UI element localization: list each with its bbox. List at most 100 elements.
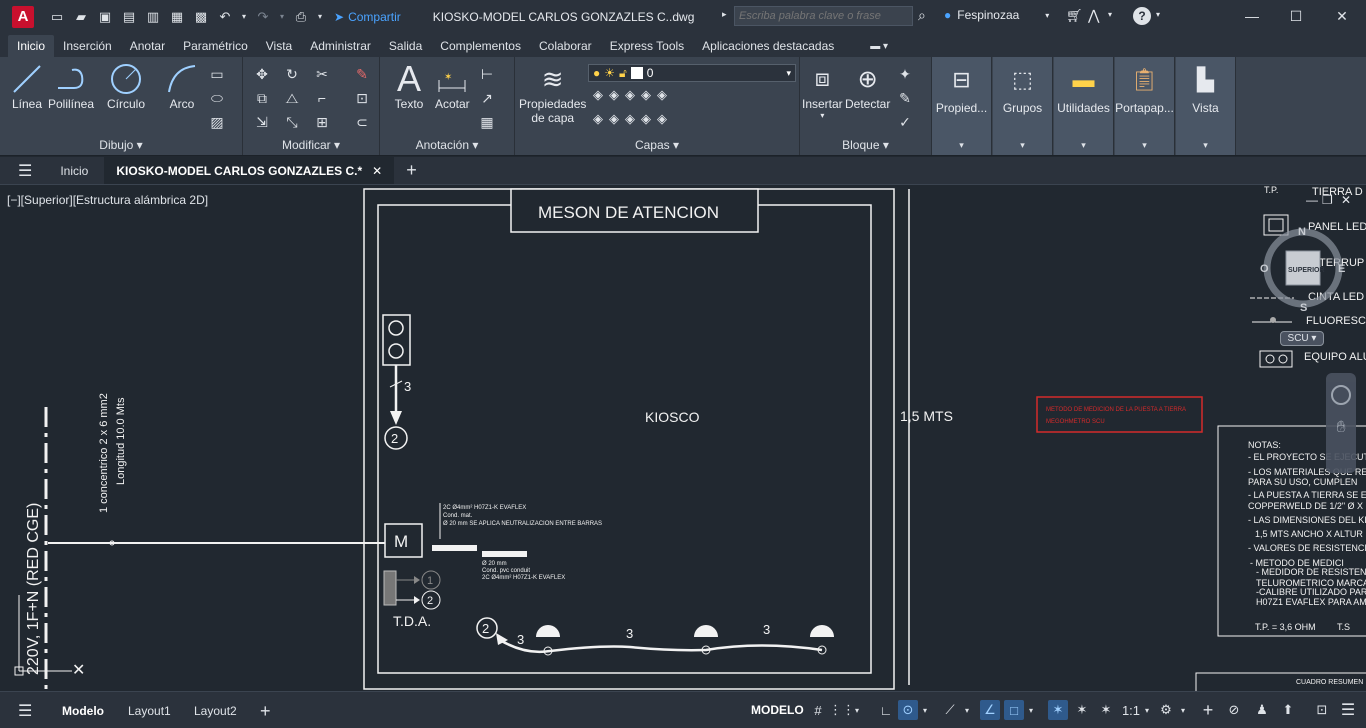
insert-block-button[interactable]: ⧈ Insertar ▾ [802, 61, 843, 120]
linear-dim-icon[interactable]: ⊢ [478, 65, 496, 83]
grid-icon[interactable]: # [808, 700, 828, 720]
layer-tools-row2-icon[interactable]: ◈◈◈◈◈ [593, 111, 673, 127]
layer-dropdown[interactable]: ● ☀ 🔓︎ 0 ▾ [588, 64, 796, 82]
object-snap-icon[interactable]: □ [1004, 700, 1024, 720]
explode-icon[interactable]: ⊡ [353, 89, 371, 107]
minimize-icon[interactable]: — [1240, 5, 1264, 27]
autodesk-app-icon[interactable]: ⋀ [1088, 7, 1099, 24]
panel-title-modify[interactable]: Modificar ▾ [243, 138, 379, 152]
block-create-icon[interactable]: ✦ [896, 65, 914, 83]
search-icon[interactable]: ⌕ [918, 7, 926, 24]
isodraft-icon[interactable]: ⟋ [940, 700, 960, 720]
add-layout-icon[interactable]: + [260, 700, 271, 722]
plot-icon[interactable]: ⎙ [292, 8, 310, 26]
app-dropdown-icon[interactable]: ▾ [1108, 10, 1112, 19]
circle-button[interactable]: Círculo [107, 61, 145, 111]
trim-icon[interactable]: ✂ [313, 65, 331, 83]
new-file-icon[interactable]: ▭ [48, 8, 66, 26]
detect-button[interactable]: ⊕ Detectar [845, 61, 890, 112]
stretch-icon[interactable]: ⇲ [253, 113, 271, 131]
open-folder-icon[interactable]: ▰ [72, 8, 90, 26]
osnap-dropdown-icon[interactable]: ▾ [1026, 700, 1036, 720]
scale-dropdown-icon[interactable]: ▾ [1142, 700, 1152, 720]
add-icon[interactable]: + [1198, 700, 1218, 720]
customize-status-icon[interactable]: ☰ [1338, 700, 1358, 720]
search-input[interactable] [734, 6, 913, 26]
layer-properties-button[interactable]: ≋ Propiedades de capa [519, 61, 586, 126]
annotation-scale-icon[interactable]: ✶ [1096, 700, 1116, 720]
erase-icon[interactable]: ✎ [353, 65, 371, 83]
hardware-acceleration-icon[interactable]: ♟ [1252, 700, 1272, 720]
polar-dropdown-icon[interactable]: ▾ [920, 700, 930, 720]
offset-icon[interactable]: ⊂ [353, 113, 371, 131]
line-button[interactable]: Línea [10, 61, 44, 111]
array-icon[interactable]: ⊞ [313, 113, 331, 131]
tab-colaborar[interactable]: Colaborar [530, 35, 601, 57]
groups-panel-button[interactable]: ⬚ Grupos ▾ [993, 57, 1053, 155]
tab-inicio[interactable]: Inicio [8, 35, 55, 57]
drawing-canvas[interactable]: [−][Superior][Estructura alámbrica 2D] M… [0, 184, 1366, 691]
file-tab-home[interactable]: Inicio [44, 157, 104, 184]
tab-parametrico[interactable]: Paramétrico [174, 35, 257, 57]
object-snap-tracking-icon[interactable]: ∠ [980, 700, 1000, 720]
properties-panel-button[interactable]: ⊟ Propied... ▾ [932, 57, 992, 155]
hamburger-menu-icon[interactable]: ☰ [0, 157, 44, 184]
undo-dropdown-icon[interactable]: ▾ [240, 8, 248, 26]
layout-tab-2[interactable]: Layout2 [194, 700, 237, 722]
workspace-dropdown-icon[interactable]: ▾ [1178, 700, 1188, 720]
auto-scale-icon[interactable]: ✶ [1072, 700, 1092, 720]
help-dropdown-icon[interactable]: ▾ [1156, 10, 1160, 19]
cart-icon[interactable]: 🛒︎ [1066, 8, 1083, 24]
isolate-icon[interactable]: ⊘ [1224, 700, 1244, 720]
customize-qa-icon[interactable]: ▾ [316, 8, 324, 26]
model-space-button[interactable]: MODELO [748, 700, 807, 720]
viewport-close-icon[interactable]: ✕ [1341, 193, 1351, 207]
view-panel-button[interactable]: ▙ Vista ▾ [1176, 57, 1236, 155]
isodraft-dropdown-icon[interactable]: ▾ [962, 700, 972, 720]
hatch-icon[interactable]: ▨ [208, 113, 226, 131]
units-icon[interactable]: ⬆ [1278, 700, 1298, 720]
fillet-icon[interactable]: ⌐ [313, 89, 331, 107]
clean-screen-icon[interactable]: ⊡ [1312, 700, 1332, 720]
tab-administrar[interactable]: Administrar [301, 35, 380, 57]
tab-vista[interactable]: Vista [257, 35, 301, 57]
polar-tracking-icon[interactable]: ⊙ [898, 700, 918, 720]
print-icon[interactable]: ▩ [192, 8, 210, 26]
autocad-logo-icon[interactable]: A [12, 5, 34, 28]
rotate-icon[interactable]: ↻ [283, 65, 301, 83]
user-menu[interactable]: ● Fespinozaa ▾ [944, 8, 1049, 22]
redo-dropdown-icon[interactable]: ▾ [278, 8, 286, 26]
polyline-button[interactable]: Polilínea [48, 61, 94, 111]
layout-menu-icon[interactable]: ☰ [18, 700, 32, 722]
file-tab-drawing[interactable]: KIOSKO-MODEL CARLOS GONZAZLES C.* ✕ [104, 157, 395, 184]
table-icon[interactable]: ▦ [478, 113, 496, 131]
ellipse-icon[interactable]: ⬭ [208, 89, 226, 107]
ucs-dropdown[interactable]: SCU ▾ [1280, 331, 1324, 346]
snap-icon[interactable]: ⋮⋮ [829, 700, 855, 720]
layout-tab-model[interactable]: Modelo [62, 700, 104, 722]
move-icon[interactable]: ✥ [253, 65, 271, 83]
panel-title-layers[interactable]: Capas ▾ [515, 138, 799, 152]
panel-title-block[interactable]: Bloque ▾ [800, 138, 931, 152]
close-icon[interactable]: ✕ [1330, 5, 1354, 27]
layer-tools-row1-icon[interactable]: ◈◈◈◈◈ [593, 87, 673, 103]
save-as-icon[interactable]: ▤ [120, 8, 138, 26]
tab-complementos[interactable]: Complementos [431, 35, 530, 57]
rectangle-icon[interactable]: ▭ [208, 65, 226, 83]
annotation-visibility-icon[interactable]: ✶ [1048, 700, 1068, 720]
undo-icon[interactable]: ↶ [216, 8, 234, 26]
dimension-button[interactable]: ✶ Acotar [435, 61, 470, 111]
layout-tab-1[interactable]: Layout1 [128, 700, 171, 722]
annotation-scale-value[interactable]: 1:1 [1118, 700, 1144, 720]
leader-icon[interactable]: ↗ [478, 89, 496, 107]
block-edit-icon[interactable]: ✎ [896, 89, 914, 107]
block-attr-icon[interactable]: ✓ [896, 113, 914, 131]
mirror-icon[interactable]: ⧍ [283, 89, 301, 107]
maximize-icon[interactable]: ☐ [1284, 5, 1308, 27]
tab-aplicaciones-destacadas[interactable]: Aplicaciones destacadas [693, 35, 843, 57]
ortho-icon[interactable]: ∟ [876, 700, 896, 720]
utilities-panel-button[interactable]: ▬ Utilidades ▾ [1054, 57, 1114, 155]
share-button[interactable]: ➤ Compartir [334, 10, 401, 24]
viewport-restore-icon[interactable]: ❐ [1322, 193, 1333, 207]
redo-icon[interactable]: ↷ [254, 8, 272, 26]
